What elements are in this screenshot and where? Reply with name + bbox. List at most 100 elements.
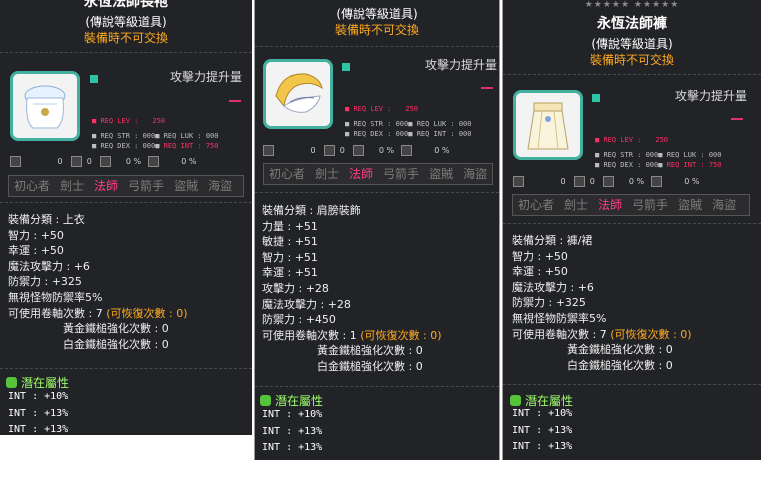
job-pirate: 海盜 (712, 198, 737, 212)
req-level-row: ■ REQ LEV :250 (345, 105, 419, 113)
stat-line: 幸運 : +50 (512, 265, 568, 279)
req-dex-int-row: ■ REQ DEX : 000■ REQ INT : 000 (345, 130, 472, 138)
golden-shoulder-icon (275, 73, 323, 113)
gold-hammer-line: 黃金鐵槌強化次數 : 0 (567, 343, 673, 357)
job-beginner: 初心者 (14, 179, 51, 193)
item-flag-icon (592, 94, 600, 102)
stat-lines: 裝備分類 : 肩膀裝飾 力量 : +51 敏捷 : +51 智力 : +51 幸… (262, 203, 441, 375)
divider (503, 74, 761, 75)
platinum-hammer-line: 白金鐵槌強化次數 : 0 (317, 359, 423, 373)
potential-line: INT : +13% (512, 424, 573, 436)
stat-line: 力量 : +51 (262, 219, 318, 233)
potential-line: INT : +10% (512, 408, 573, 419)
upgrade-icon (100, 156, 112, 167)
item-title: 永恆法師褲 (597, 16, 667, 32)
stat-line: 智力 : +51 (262, 250, 318, 264)
req-str-luk-row: ■ REQ STR : 000■ REQ LUK : 000 (345, 120, 472, 128)
untradeable-note: 裝備時不可交換 (334, 23, 419, 37)
job-requirement-bar: 初心者 劍士 法師 弓箭手 盜賊 海盜 (263, 163, 493, 185)
potential-grade-icon (260, 395, 271, 406)
stat-line: 攻擊力 : +28 (262, 281, 329, 295)
job-warrior: 劍士 (60, 179, 85, 193)
attack-increase-label: 攻擊力提升量 (170, 70, 243, 84)
stat-line: 魔法攻擊力 : +6 (512, 280, 594, 294)
item-tooltip-robe: 永恆法師長袍 (傳說等級道具) 裝備時不可交換 攻擊力提升量 ■ REQ LEV… (0, 0, 252, 435)
attack-increase-label: 攻擊力提升量 (675, 89, 748, 103)
shield-icon (400, 145, 412, 156)
scroll-count-line: 可使用卷軸次數 : 7 (可恢復次數 : 0) (8, 306, 188, 320)
gold-hammer-line: 黃金鐵槌強化次數 : 0 (63, 322, 169, 336)
platinum-hammer-line: 白金鐵槌強化次數 : 0 (567, 358, 673, 372)
stat-line: 幸運 : +50 (8, 244, 64, 258)
untradeable-note: 裝備時不可交換 (589, 53, 674, 67)
scroll-count-line: 可使用卷軸次數 : 7 (可恢復次數 : 0) (512, 327, 692, 341)
item-icon-box[interactable] (263, 59, 333, 129)
job-archer: 弓箭手 (632, 198, 669, 212)
potential-line: INT : +13% (262, 425, 323, 437)
scroll-icon (324, 145, 336, 156)
req-level-row: ■ REQ LEV :250 (92, 117, 166, 125)
item-icon-box[interactable] (10, 71, 80, 141)
job-requirement-bar: 初心者 劍士 法師 弓箭手 盜賊 海盜 (8, 175, 244, 197)
stat-line: 裝備分類 : 上衣 (8, 213, 85, 226)
req-str-luk-row: ■ REQ STR : 000■ REQ LUK : 000 (92, 132, 219, 140)
job-pirate: 海盜 (208, 179, 233, 193)
white-robe-icon (24, 85, 66, 129)
potential-lines: INT : +10% INT : +13% INT : +13% (262, 407, 322, 457)
req-dex-int-row: ■ REQ DEX : 000■ REQ INT : 750 (595, 161, 722, 169)
stat-line: 幸運 : +51 (262, 266, 318, 280)
untradeable-note: 裝備時不可交換 (83, 31, 168, 45)
stat-line: 無視怪物防禦率5% (512, 311, 607, 325)
hammer-icon (10, 156, 21, 167)
white-skirt-icon (527, 102, 569, 150)
stat-line: 魔法攻擊力 : +28 (262, 297, 351, 311)
divider (0, 368, 252, 369)
scroll-icon (574, 176, 586, 187)
job-archer: 弓箭手 (383, 167, 420, 181)
divider (255, 46, 499, 47)
upgrade-icon (353, 145, 365, 156)
stat-line: 無視怪物防禦率5% (8, 290, 103, 304)
stat-line: 裝備分類 : 肩膀裝飾 (262, 204, 361, 217)
attack-increase-dash (731, 118, 743, 120)
hammer-icon (513, 176, 524, 187)
attack-increase-label: 攻擊力提升量 (425, 58, 498, 72)
req-str-luk-row: ■ REQ STR : 000■ REQ LUK : 000 (595, 151, 722, 159)
job-warrior: 劍士 (564, 198, 589, 212)
platinum-hammer-line: 白金鐵槌強化次數 : 0 (63, 337, 169, 351)
item-flag-icon (342, 63, 350, 71)
item-grade-line: (傳說等級道具) (336, 7, 418, 21)
job-warrior: 劍士 (315, 167, 340, 181)
scroll-icon (71, 156, 83, 167)
shield-icon (147, 156, 159, 167)
item-flag-icon (90, 75, 98, 83)
potential-line: INT : +13% (512, 441, 573, 452)
stat-line: 防禦力 : +325 (512, 296, 586, 310)
req-level-row: ■ REQ LEV :250 (595, 136, 669, 144)
stat-line: 裝備分類 : 褲/裙 (512, 234, 593, 247)
attack-increase-dash (481, 87, 493, 89)
item-status-icons: 0 0 0 % 0 % (513, 176, 699, 187)
upgrade-icon (603, 176, 615, 187)
item-icon-box[interactable] (513, 90, 583, 160)
stat-lines: 裝備分類 : 上衣 智力 : +50 幸運 : +50 魔法攻擊力 : +6 防… (8, 212, 187, 352)
item-status-icons: 0 0 0 % 0 % (10, 156, 196, 167)
job-magician: 法師 (598, 198, 623, 212)
shield-icon (650, 176, 662, 187)
potential-line: INT : +10% (262, 409, 323, 420)
job-thief: 盜賊 (174, 179, 199, 193)
stat-lines: 裝備分類 : 褲/裙 智力 : +50 幸運 : +50 魔法攻擊力 : +6 … (512, 233, 691, 373)
stat-line: 魔法攻擊力 : +6 (8, 259, 90, 273)
item-title: 永恆法師長袍 (84, 0, 168, 10)
job-requirement-bar: 初心者 劍士 法師 弓箭手 盜賊 海盜 (512, 194, 750, 216)
potential-grade-icon (6, 377, 17, 388)
gold-hammer-line: 黃金鐵槌強化次數 : 0 (317, 344, 423, 358)
potential-lines: INT : +10% INT : +13% INT : +13% (8, 389, 68, 435)
potential-line: INT : +10% (8, 391, 69, 402)
job-magician: 法師 (94, 179, 119, 193)
potential-line: INT : +13% (8, 424, 69, 435)
potential-line: INT : +13% (8, 407, 69, 419)
potential-line: INT : +13% (262, 442, 323, 453)
item-tooltip-shoulder: (傳說等級道具) 裝備時不可交換 攻擊力提升量 ■ REQ LEV :250 ■… (254, 0, 500, 460)
divider (503, 384, 761, 385)
